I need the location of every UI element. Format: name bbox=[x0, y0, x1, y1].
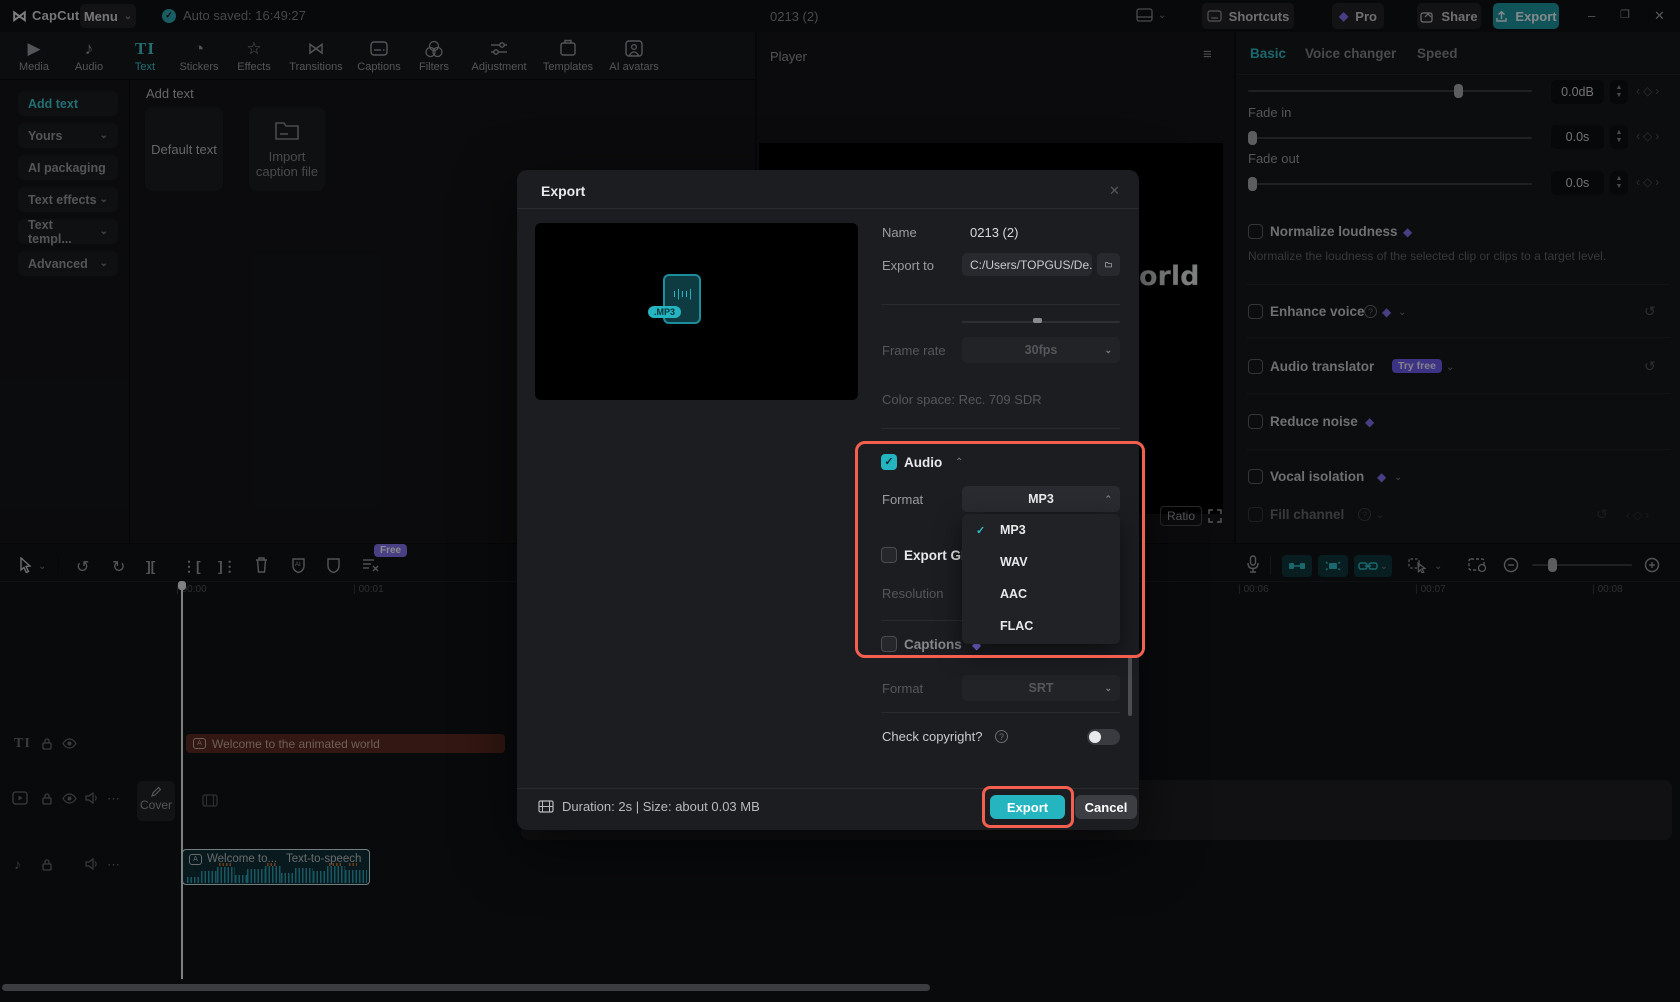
browse-folder-button[interactable] bbox=[1097, 253, 1120, 276]
check-copyright-toggle[interactable] bbox=[1087, 729, 1120, 745]
disabled-slider-handle bbox=[1033, 318, 1042, 323]
dialog-title: Export bbox=[541, 183, 585, 199]
dialog-close-icon[interactable]: ✕ bbox=[1109, 183, 1120, 199]
frame-rate-label: Frame rate bbox=[882, 343, 946, 358]
folder-icon bbox=[1105, 259, 1112, 270]
film-icon bbox=[538, 800, 554, 813]
export-button-annotation bbox=[982, 786, 1074, 828]
name-label: Name bbox=[882, 225, 917, 240]
export-to-field[interactable]: C:/Users/TOPGUS/De... bbox=[962, 253, 1092, 276]
mp3-badge: .MP3 bbox=[648, 306, 681, 318]
export-info: Duration: 2s | Size: about 0.03 MB bbox=[538, 799, 760, 814]
capcut-app: ⋈ CapCut Menu⌄ ✓ Auto saved: 16:49:27 02… bbox=[0, 0, 1680, 1002]
color-space-label: Color space: Rec. 709 SDR bbox=[882, 392, 1042, 407]
captions-format-select: SRT ⌄ bbox=[962, 675, 1120, 701]
help-icon[interactable]: ? bbox=[995, 730, 1008, 743]
name-value[interactable]: 0213 (2) bbox=[970, 225, 1018, 240]
divider bbox=[882, 712, 1120, 713]
cancel-button[interactable]: Cancel bbox=[1075, 795, 1137, 819]
captions-format-label: Format bbox=[882, 681, 923, 696]
divider bbox=[882, 428, 1120, 429]
export-to-label: Export to bbox=[882, 258, 934, 273]
divider bbox=[517, 208, 1139, 209]
frame-rate-select: 30fps ⌄ bbox=[962, 337, 1120, 363]
dialog-scrollbar[interactable] bbox=[1128, 656, 1132, 716]
audio-section-annotation bbox=[855, 441, 1145, 658]
divider bbox=[882, 304, 1120, 305]
check-copyright-label: Check copyright? bbox=[882, 729, 982, 744]
export-preview: ı|ıı| .MP3 bbox=[535, 223, 858, 400]
